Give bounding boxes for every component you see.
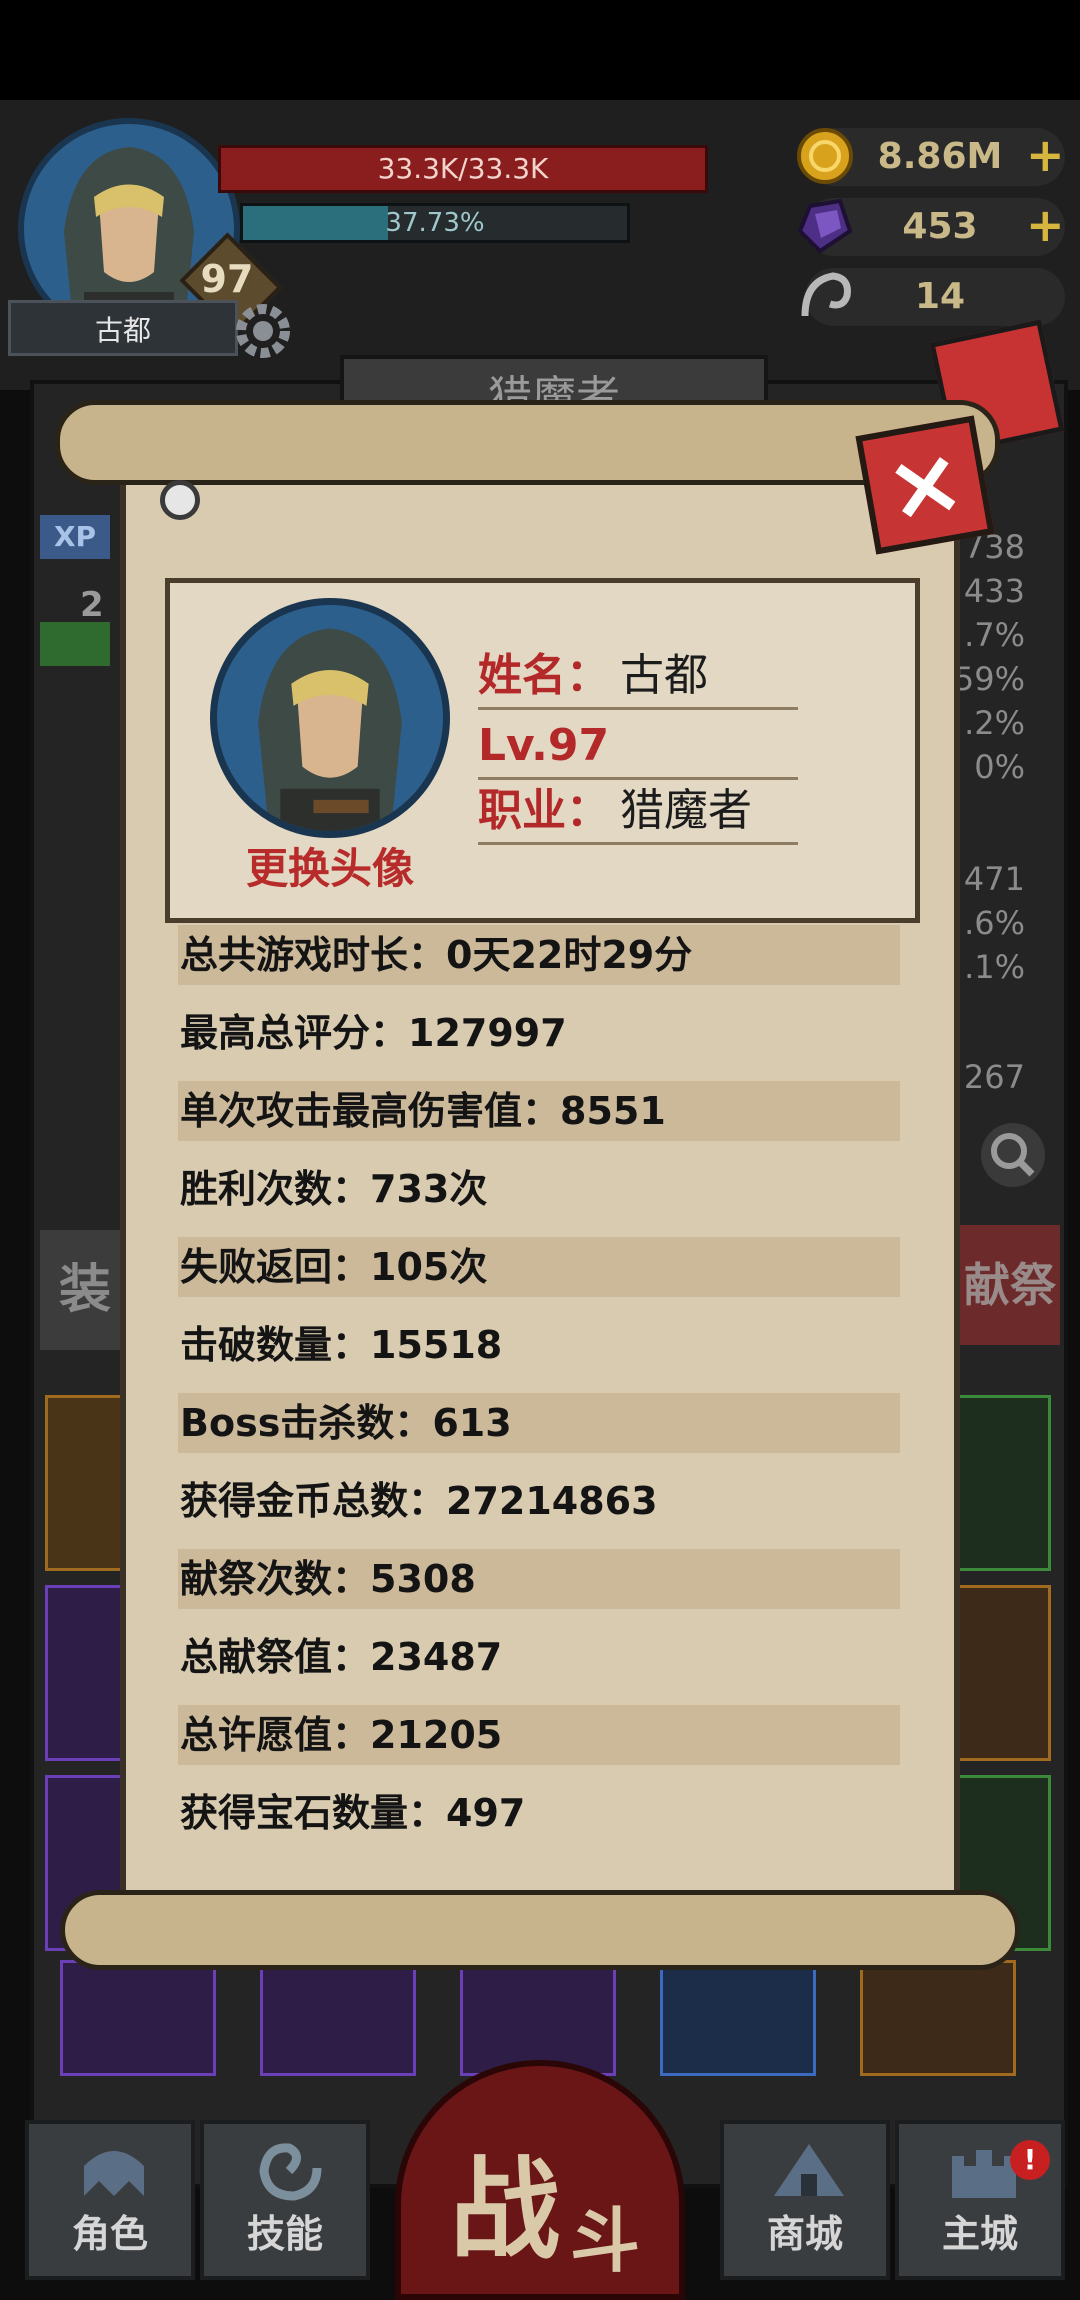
stat-row: 失败返回：105次 — [178, 1237, 900, 1297]
name-value: 古都 — [620, 650, 708, 701]
player-name: 古都 — [8, 300, 238, 356]
level-value: 97 — [547, 720, 610, 771]
inventory-slot-3[interactable] — [460, 1960, 616, 2076]
nav-shop-label: 商城 — [766, 2212, 843, 2256]
swirl-icon — [259, 2143, 322, 2201]
nav-skill-button[interactable]: 技能 — [200, 2120, 370, 2280]
stat-row: 总献祭值：23487 — [178, 1627, 900, 1687]
name-row: 姓名： 古都 — [478, 645, 798, 710]
stat-label: 总献祭值： — [180, 1635, 371, 1679]
job-label: 职业： — [478, 785, 610, 836]
stat-value: 127997 — [408, 1011, 567, 1055]
stat-value: 15518 — [370, 1323, 503, 1367]
purple-crystal-icon — [797, 198, 853, 254]
stat-label: 获得金币总数： — [180, 1479, 447, 1523]
job-row: 职业： 猎魔者 — [478, 780, 798, 845]
tent-icon — [774, 2144, 844, 2196]
nav-skill-label: 技能 — [246, 2212, 323, 2256]
stat-value: 105次 — [370, 1245, 488, 1289]
status-bar — [0, 0, 1080, 100]
stat-value: 21205 — [370, 1713, 503, 1757]
bg-stat-6: 0% — [974, 748, 1025, 786]
gem-value: 453 — [902, 206, 978, 247]
bg-stat-3: .7% — [964, 616, 1025, 654]
stat-row: 获得宝石数量：497 — [178, 1783, 900, 1843]
scroll-bottom-roll — [60, 1890, 1020, 1970]
close-icon[interactable]: × — [855, 415, 994, 554]
inventory-slot-1[interactable] — [60, 1960, 216, 2076]
helmet-icon — [84, 2151, 144, 2196]
clover-chip — [40, 622, 110, 666]
stat-row: Boss击杀数：613 — [178, 1393, 900, 1453]
job-value: 猎魔者 — [620, 785, 752, 836]
stat-label: 总共游戏时长： — [180, 933, 447, 977]
inventory-slot-5[interactable] — [860, 1960, 1016, 2076]
stat-value: 8551 — [560, 1089, 666, 1133]
xp-bar: 37.73% — [240, 203, 630, 243]
stat-label: 献祭次数： — [180, 1557, 371, 1601]
stat-row: 击破数量：15518 — [178, 1315, 900, 1375]
gold-coin-icon — [797, 128, 853, 184]
bg-stat-9: .1% — [964, 948, 1025, 986]
change-avatar-button[interactable]: 更换头像 — [210, 835, 450, 896]
equip-tab[interactable]: 装 — [40, 1230, 130, 1350]
bg-stat-7: 471 — [963, 860, 1025, 898]
name-label: 姓名： — [478, 650, 610, 701]
stat-row: 获得金币总数：27214863 — [178, 1471, 900, 1531]
stat-value: 613 — [432, 1401, 512, 1445]
xp-chip: XP — [40, 515, 110, 559]
stat-label: 失败返回： — [180, 1245, 371, 1289]
pin-icon — [160, 480, 200, 520]
offer-tab[interactable]: 献祭 — [960, 1225, 1060, 1345]
stat-value: 27214863 — [446, 1479, 658, 1523]
bg-stat-5: .2% — [964, 704, 1025, 742]
battle-label-2: 斗 — [570, 2200, 640, 2282]
inventory-slot-4[interactable] — [660, 1960, 816, 2076]
nav-main-label: 主城 — [941, 2212, 1018, 2256]
stat-label: 获得宝石数量： — [180, 1791, 447, 1835]
bg-stat-8: .6% — [964, 904, 1025, 942]
stat-value: 23487 — [370, 1635, 503, 1679]
bg-stat-2: 433 — [963, 572, 1025, 610]
horn-key-icon — [801, 272, 851, 317]
inventory-slot-2[interactable] — [260, 1960, 416, 2076]
level-row: Lv.97 — [478, 715, 798, 780]
stat-label: Boss击杀数： — [180, 1401, 433, 1445]
stat-label: 胜利次数： — [180, 1167, 371, 1211]
xp-bar-text: 37.73% — [385, 208, 485, 238]
gold-value: 8.86M — [877, 136, 1003, 177]
nav-role-button[interactable]: 角色 — [25, 2120, 195, 2280]
hp-bar: 33.3K/33.3K — [218, 145, 708, 193]
stat-label: 击破数量： — [180, 1323, 371, 1367]
stat-value: 0天22时29分 — [446, 933, 693, 977]
bg-stat-10: 267 — [963, 1058, 1025, 1096]
stat-label: 总许愿值： — [180, 1713, 371, 1757]
stat-value: 5308 — [370, 1557, 476, 1601]
notification-badge: ! — [1010, 2140, 1050, 2180]
nav-role-label: 角色 — [71, 2212, 148, 2256]
castle-icon — [952, 2150, 1016, 2198]
stat-label: 单次攻击最高伤害值： — [180, 1089, 561, 1133]
stat-row: 总共游戏时长：0天22时29分 — [178, 925, 900, 985]
bg-stat-4: 59% — [953, 660, 1025, 698]
hooded-hunter-portrait — [258, 628, 402, 831]
stat-row: 最高总评分：127997 — [178, 1003, 900, 1063]
nav-shop-button[interactable]: 商城 — [720, 2120, 890, 2280]
profile-portrait[interactable] — [210, 598, 450, 838]
stat-label: 最高总评分： — [180, 1011, 409, 1055]
gold-add-button[interactable]: + — [1026, 128, 1065, 182]
stat-row: 单次攻击最高伤害值：8551 — [178, 1081, 900, 1141]
stat-row: 胜利次数：733次 — [178, 1159, 900, 1219]
search-icon[interactable] — [978, 1120, 1048, 1190]
key-value: 14 — [914, 276, 966, 317]
stat-row: 献祭次数：5308 — [178, 1549, 900, 1609]
stat-row: 总许愿值：21205 — [178, 1705, 900, 1765]
level-label: Lv. — [478, 720, 548, 771]
gem-add-button[interactable]: + — [1026, 198, 1065, 252]
stat-value: 733次 — [370, 1167, 488, 1211]
stat-value: 497 — [446, 1791, 526, 1835]
battle-label-1: 战 — [450, 2146, 560, 2274]
gear-icon[interactable] — [228, 296, 298, 366]
